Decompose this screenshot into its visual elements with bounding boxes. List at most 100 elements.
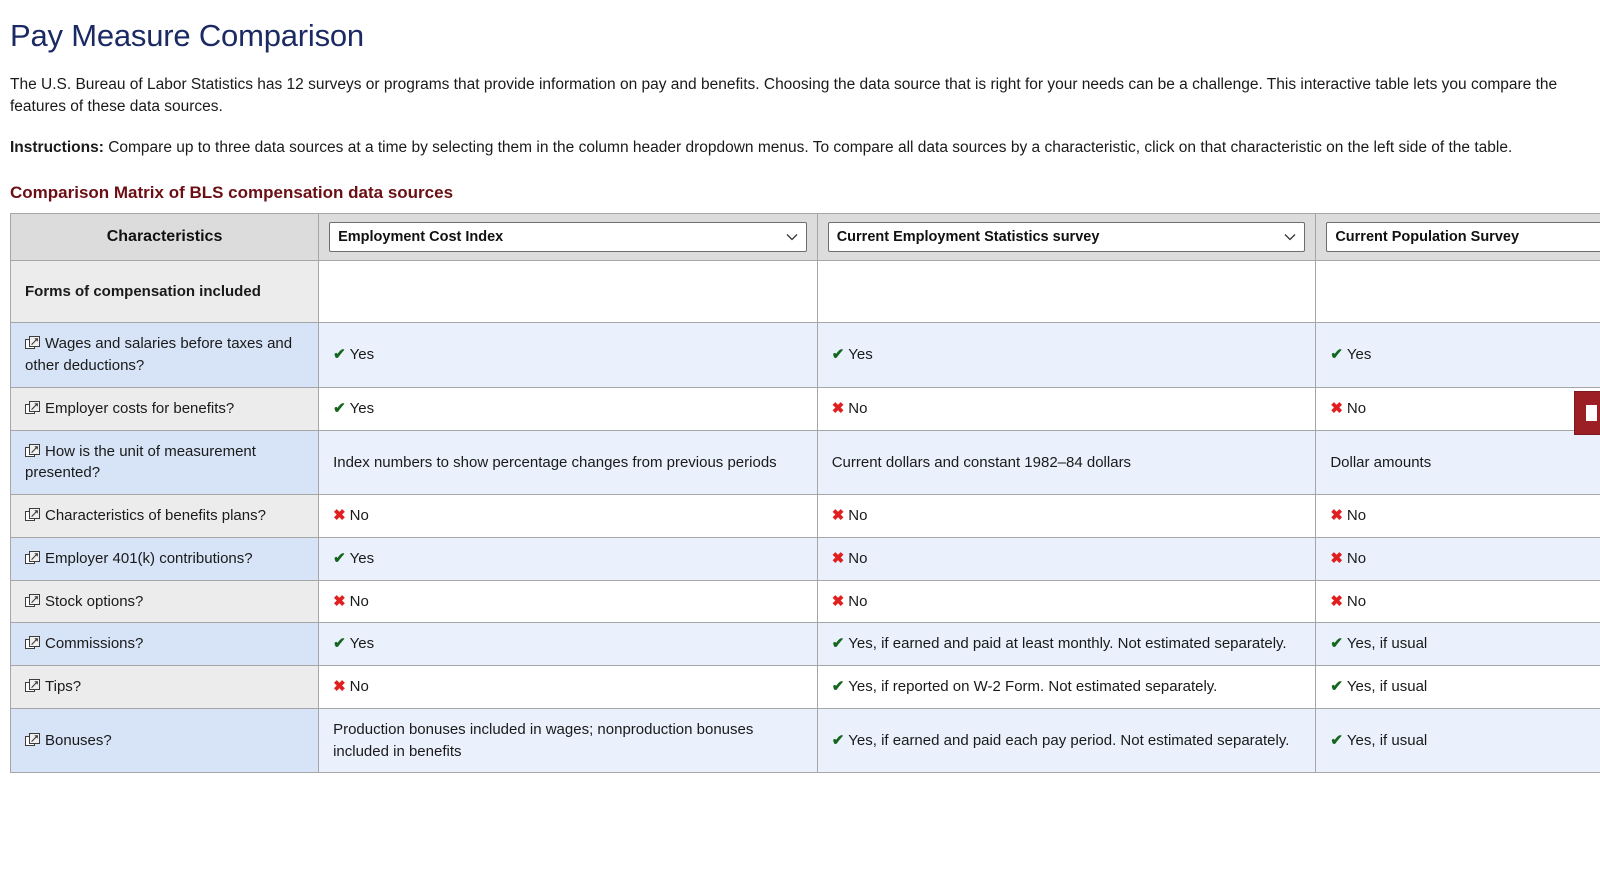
popup-window-icon [25,550,40,565]
check-icon: ✔ [333,635,346,653]
characteristic-cell[interactable]: Bonuses? [10,707,320,774]
check-icon: ✔ [1330,346,1343,364]
value-cell: ✔ Yes [318,536,818,581]
characteristic-label: Stock options? [45,592,144,610]
table-row: Employer 401(k) contributions? ✔ Yes ✖ No ✖ No [10,536,1600,581]
cross-icon: ✖ [831,399,845,417]
feedback-icon [1586,405,1597,421]
popup-window-icon [25,732,40,747]
table-head: Characteristics Employment Cost Index Cu… [10,213,1600,262]
characteristic-label: Characteristics of benefits plans? [45,507,266,525]
characteristic-label: Wages and salaries before taxes and othe… [25,335,293,375]
matrix-title: Comparison Matrix of BLS compensation da… [10,183,454,203]
characteristic-label: Employer 401(k) contributions? [45,549,253,567]
characteristic-cell[interactable]: Stock options? [10,579,320,624]
cross-icon: ✖ [831,507,845,525]
characteristic-cell[interactable]: Commissions? [10,622,320,667]
data-source-select-2-value: Current Employment Statistics survey [836,229,1100,246]
value-text: Production bonuses included in wages; no… [333,720,754,760]
characteristic-cell[interactable]: Employer 401(k) contributions? [10,536,320,581]
value-cell: ✔ Yes [318,386,818,431]
value-cell: ✔ Yes, if usual [1315,622,1600,667]
popup-window-icon [25,443,40,458]
data-source-select-1[interactable]: Employment Cost Index [329,222,807,253]
value-text: Yes, if reported on W-2 Form. Not estima… [848,678,1218,696]
feedback-side-tab[interactable] [1574,391,1600,435]
value-text: Yes, if usual [1346,635,1428,653]
section-label: Forms of compensation included [10,260,320,324]
instructions-label: Instructions: [10,138,104,156]
value-cell: ✖ No [816,536,1317,581]
intro-paragraph: The U.S. Bureau of Labor Statistics has … [10,76,1558,116]
characteristics-header: Characteristics [10,213,320,262]
chevron-down-icon [786,223,798,251]
value-text: Index numbers to show percentage changes… [333,453,777,471]
value-text: No [349,678,369,696]
table-body: Forms of compensation included Wages and… [10,260,1600,774]
characteristic-cell[interactable]: Tips? [10,665,320,709]
page-title: Pay Measure Comparison [10,18,364,53]
value-cell: ✖ No [1315,579,1600,624]
value-cell: Current dollars and constant 1982–84 dol… [816,429,1317,496]
characteristic-label: Employer costs for benefits? [45,399,235,417]
table-row: Stock options? ✖ No ✖ No ✖ No [10,579,1600,624]
value-cell: ✔ Yes, if usual [1315,665,1600,709]
value-cell: Index numbers to show percentage changes… [318,429,818,496]
popup-window-icon [25,336,40,350]
value-cell: ✔ Yes, if earned and paid at least monthl… [816,622,1317,667]
check-icon: ✔ [333,399,346,417]
value-text: Yes, if earned and paid each pay period.… [848,731,1290,749]
data-source-select-3[interactable]: Current Population Survey [1326,222,1600,253]
popup-window-icon [25,679,40,693]
value-cell: ✔ Yes [1315,322,1600,388]
cross-icon: ✖ [831,549,845,567]
value-cell: ✔ Yes [318,622,818,667]
data-source-select-3-value: Current Population Survey [1335,229,1520,246]
instructions-paragraph: Instructions: Compare up to three data s… [10,137,1590,159]
cross-icon: ✖ [333,592,346,610]
characteristic-cell[interactable]: Characteristics of benefits plans? [10,494,320,538]
value-text: Yes [1346,346,1372,364]
value-text: Yes [349,635,375,653]
check-icon: ✔ [831,678,845,696]
check-icon: ✔ [831,635,845,653]
column-header-1: Employment Cost Index [318,213,818,262]
value-cell: ✖ No [1315,494,1600,538]
value-text: No [848,592,868,610]
value-cell: ✔ Yes [816,322,1317,388]
value-text: Yes, if usual [1346,678,1428,696]
value-text: Dollar amounts [1330,453,1432,471]
characteristic-cell[interactable]: Wages and salaries before taxes and othe… [10,322,320,388]
popup-window-icon [25,508,40,522]
popup-window-icon [25,400,40,415]
characteristic-cell[interactable]: Employer costs for benefits? [10,386,320,431]
table-row: How is the unit of measurement presented… [10,429,1600,496]
value-cell: ✖ No [1315,536,1600,581]
value-text: No [1346,549,1367,567]
value-text: Yes [349,346,375,364]
table-row: Employer costs for benefits? ✔ Yes ✖ No ✖ No [10,386,1600,431]
cross-icon: ✖ [1330,399,1343,417]
column-header-3: Current Population Survey [1315,213,1600,262]
value-text: No [1346,507,1367,525]
popup-window-icon [25,593,40,608]
value-cell: ✔ Yes, if earned and paid each pay period… [816,707,1317,774]
data-source-select-2[interactable]: Current Employment Statistics survey [827,222,1306,253]
value-text: No [1346,399,1367,417]
section-row: Forms of compensation included [10,260,1600,324]
value-cell: ✖ No [816,579,1317,624]
comparison-matrix-table: Characteristics Employment Cost Index Cu… [10,213,1600,774]
value-cell: ✖ No [318,579,818,624]
cross-icon: ✖ [831,592,845,610]
characteristic-label: Bonuses? [45,731,112,749]
value-text: Yes [848,346,873,364]
value-cell: Dollar amounts [1315,429,1600,496]
table-row: Characteristics of benefits plans? ✖ No ✖ No… [10,494,1600,538]
table-header-row: Characteristics Employment Cost Index Cu… [10,213,1600,262]
check-icon: ✔ [1330,635,1343,653]
value-cell: ✔ Yes, if reported on W-2 Form. Not estim… [816,665,1317,709]
characteristic-cell[interactable]: How is the unit of measurement presented… [10,429,320,496]
value-text: Yes, if usual [1346,731,1428,749]
data-source-select-1-value: Employment Cost Index [338,229,504,246]
table-row: Bonuses? Production bonuses included in w… [10,707,1600,774]
